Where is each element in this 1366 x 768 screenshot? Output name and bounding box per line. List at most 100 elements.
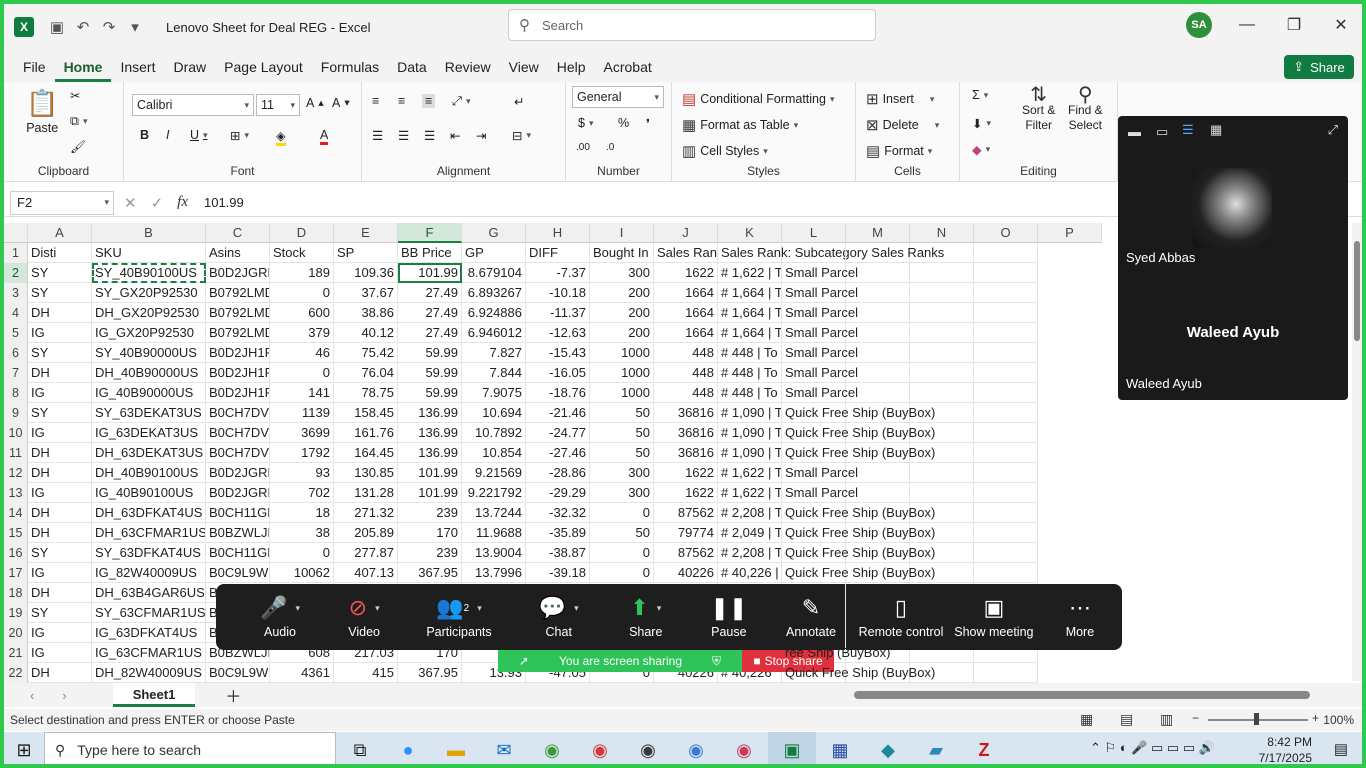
- filezilla-icon[interactable]: Z: [960, 732, 1008, 764]
- cell-l21[interactable]: ree Ship (BuyBox): [782, 643, 891, 663]
- cell-d15[interactable]: 38: [270, 523, 334, 543]
- cell-n13[interactable]: [910, 483, 974, 503]
- cell-k15[interactable]: # 2,049 | T: [718, 523, 782, 543]
- column-header-a[interactable]: A: [28, 223, 92, 243]
- cell-f22[interactable]: 367.95: [398, 663, 462, 683]
- cell-b5[interactable]: IG_GX20P92530: [92, 323, 206, 343]
- cell-c2[interactable]: B0D2JGRK: [206, 263, 270, 283]
- cell-a20[interactable]: IG: [28, 623, 92, 643]
- cell-c15[interactable]: B0BZWLJF: [206, 523, 270, 543]
- row-header[interactable]: 8: [4, 383, 28, 403]
- align-center-icon[interactable]: ☰: [398, 128, 409, 143]
- cell-b19[interactable]: SY_63CFMAR1US: [92, 603, 206, 623]
- merge-center-icon[interactable]: ⊟ ▾: [512, 128, 531, 143]
- app-icon[interactable]: ◆: [864, 732, 912, 764]
- cell-j8[interactable]: 448: [654, 383, 718, 403]
- cell-d5[interactable]: 379: [270, 323, 334, 343]
- notifications-icon[interactable]: ▤: [1334, 740, 1348, 758]
- cell-h1[interactable]: DIFF: [526, 243, 590, 263]
- windows-start-icon[interactable]: ⊞: [4, 732, 44, 764]
- cell-d6[interactable]: 46: [270, 343, 334, 363]
- cell-a14[interactable]: DH: [28, 503, 92, 523]
- cell-n3[interactable]: [910, 283, 974, 303]
- format-as-table-button[interactable]: ▦ Format as Table ▾: [682, 116, 798, 134]
- page-layout-view-icon[interactable]: ▤: [1120, 711, 1133, 728]
- cell-b2[interactable]: SY_40B90100US: [92, 263, 206, 283]
- name-box[interactable]: F2 ▾: [10, 190, 114, 215]
- cell-l19[interactable]: [782, 603, 846, 623]
- cell-e15[interactable]: 205.89: [334, 523, 398, 543]
- cell-l5[interactable]: Small Parcel: [782, 323, 858, 343]
- cell-l7[interactable]: Small Parcel: [782, 363, 858, 383]
- cell-c12[interactable]: B0D2JGRK: [206, 463, 270, 483]
- cell-d4[interactable]: 600: [270, 303, 334, 323]
- cell-h3[interactable]: -10.18: [526, 283, 590, 303]
- cell-o7[interactable]: [974, 363, 1038, 383]
- cell-a15[interactable]: DH: [28, 523, 92, 543]
- video-button[interactable]: ⊘ ▾ Video: [324, 584, 404, 650]
- column-header-k[interactable]: K: [718, 223, 782, 243]
- screen-sharing-banner[interactable]: ➚ You are screen sharing ⛨: [498, 650, 742, 672]
- cell-o5[interactable]: [974, 323, 1038, 343]
- bold-icon[interactable]: B: [140, 128, 149, 142]
- cell-k8[interactable]: # 448 | To: [718, 383, 782, 403]
- row-header[interactable]: 17: [4, 563, 28, 583]
- tab-data[interactable]: Data: [388, 50, 436, 82]
- cell-d3[interactable]: 0: [270, 283, 334, 303]
- cell-n12[interactable]: [910, 463, 974, 483]
- cell-g16[interactable]: 13.9004: [462, 543, 526, 563]
- cell-j15[interactable]: 79774: [654, 523, 718, 543]
- cell-h13[interactable]: -29.29: [526, 483, 590, 503]
- cell-i11[interactable]: 50: [590, 443, 654, 463]
- cell-b16[interactable]: SY_63DFKAT4US: [92, 543, 206, 563]
- minimize-video-icon[interactable]: ▬: [1128, 124, 1141, 139]
- number-format-select[interactable]: General ▾: [572, 86, 664, 108]
- cell-o10[interactable]: [974, 423, 1038, 443]
- cell-g6[interactable]: 7.827: [462, 343, 526, 363]
- cell-i15[interactable]: 50: [590, 523, 654, 543]
- row-header[interactable]: 5: [4, 323, 28, 343]
- cell-g15[interactable]: 11.9688: [462, 523, 526, 543]
- cell-j3[interactable]: 1664: [654, 283, 718, 303]
- cell-h8[interactable]: -18.76: [526, 383, 590, 403]
- insert-function-icon[interactable]: fx: [177, 194, 188, 212]
- cell-k12[interactable]: # 1,622 | T: [718, 463, 782, 483]
- row-header[interactable]: 16: [4, 543, 28, 563]
- cell-o9[interactable]: [974, 403, 1038, 423]
- tab-home[interactable]: Home: [54, 50, 112, 82]
- cell-o13[interactable]: [974, 483, 1038, 503]
- cell-o16[interactable]: [974, 543, 1038, 563]
- cell-i7[interactable]: 1000: [590, 363, 654, 383]
- cell-j17[interactable]: 40226: [654, 563, 718, 583]
- cell-k17[interactable]: # 40,226 |: [718, 563, 782, 583]
- horizontal-scrollbar[interactable]: [854, 691, 1310, 699]
- format-cells-button[interactable]: ▤ Format ▾: [866, 142, 932, 160]
- cell-j16[interactable]: 87562: [654, 543, 718, 563]
- cell-f13[interactable]: 101.99: [398, 483, 462, 503]
- tab-formulas[interactable]: Formulas: [312, 50, 388, 82]
- row-header[interactable]: 22: [4, 663, 28, 683]
- cell-j10[interactable]: 36816: [654, 423, 718, 443]
- cell-j14[interactable]: 87562: [654, 503, 718, 523]
- participants-button[interactable]: 👥 2 ▾ Participants: [404, 584, 514, 650]
- cell-g17[interactable]: 13.7996: [462, 563, 526, 583]
- cell-k2[interactable]: # 1,622 | T: [718, 263, 782, 283]
- share-screen-button[interactable]: ⬆ ▾ Share: [604, 584, 688, 650]
- cell-g10[interactable]: 10.7892: [462, 423, 526, 443]
- normal-view-icon[interactable]: ▦: [1080, 711, 1093, 728]
- cell-g5[interactable]: 6.946012: [462, 323, 526, 343]
- stacked-view-icon[interactable]: ☰: [1182, 122, 1194, 138]
- cell-l2[interactable]: Small Parcel: [782, 263, 858, 283]
- cell-f5[interactable]: 27.49: [398, 323, 462, 343]
- align-middle-icon[interactable]: ≡: [398, 94, 405, 108]
- cell-c22[interactable]: B0C9L9WI: [206, 663, 270, 683]
- tab-file[interactable]: File: [14, 50, 55, 82]
- clear-icon[interactable]: ◆ ▾: [972, 142, 990, 157]
- cell-k1[interactable]: Sales Rank: Subcategory Sales Ranks: [718, 243, 944, 263]
- zoom-app-icon[interactable]: ●: [384, 732, 432, 764]
- row-header[interactable]: 15: [4, 523, 28, 543]
- find-select-button[interactable]: ⚲ Find & Select: [1068, 85, 1103, 133]
- cell-l3[interactable]: Small Parcel: [782, 283, 858, 303]
- cell-f2[interactable]: 101.99: [398, 263, 462, 283]
- cell-e17[interactable]: 407.13: [334, 563, 398, 583]
